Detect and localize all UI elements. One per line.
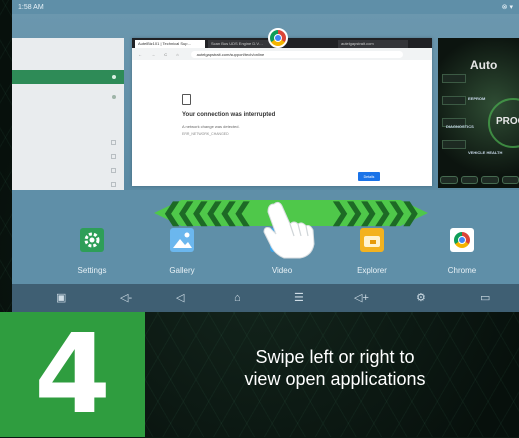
folder-icon: [360, 228, 384, 252]
caption-line: Swipe left or right to: [255, 347, 415, 367]
vci-icon[interactable]: ⚙: [416, 291, 426, 305]
autel-menu-item: DIAGNOSTICS: [446, 124, 474, 129]
extra-icon[interactable]: ▭: [480, 291, 490, 305]
tablet-screen: 1:58 AM ⊗ ▾ AutelBiz101 | Technical Sup……: [12, 0, 519, 312]
autel-prog-label: PROG: [496, 116, 519, 127]
lock-icon: [111, 154, 116, 159]
recent-card-chrome[interactable]: AutelBiz101 | Technical Sup… Scan Bus UD…: [132, 38, 432, 186]
lock-icon: [111, 182, 116, 187]
chrome-icon: [450, 228, 474, 252]
selected-row: [12, 70, 124, 84]
error-code: ERR_NETWORK_CHANGED: [182, 132, 229, 136]
app-label: Chrome: [447, 266, 477, 275]
error-title: Your connection was interrupted: [182, 112, 276, 118]
recent-card-settings[interactable]: [12, 38, 124, 190]
back-icon[interactable]: ◁: [176, 291, 184, 305]
details-button[interactable]: Details: [358, 172, 380, 181]
screenshot-icon[interactable]: ▣: [56, 291, 66, 305]
volume-up-icon[interactable]: ◁+: [354, 291, 369, 305]
app-settings[interactable]: Settings: [62, 228, 122, 275]
caption-line: view open applications: [244, 369, 426, 389]
home-icon[interactable]: ⌂: [234, 291, 241, 305]
dot-icon: [112, 75, 116, 79]
hand-pointer-icon: [263, 201, 315, 259]
status-time: 1:58 AM: [18, 3, 44, 11]
app-chrome[interactable]: Chrome: [432, 228, 492, 275]
page-error-icon: [182, 94, 191, 105]
step-number: 4: [34, 310, 111, 438]
gear-icon: [80, 228, 104, 252]
app-gallery[interactable]: Gallery: [152, 228, 212, 275]
chrome-icon: [268, 28, 288, 48]
recent-apps-area[interactable]: AutelBiz101 | Technical Sup… Scan Bus UD…: [12, 14, 519, 190]
autel-side-button: [442, 74, 466, 83]
navigation-bar: ▣ ◁- ◁ ⌂ ☰ ◁+ ⚙ ▭: [12, 284, 519, 312]
step-caption: Swipe left or right to view open applica…: [160, 346, 510, 390]
dot-icon: [112, 95, 116, 99]
chrome-tab[interactable]: autelgapstrait.com: [338, 40, 408, 48]
error-text: A network change was detected.: [182, 124, 240, 129]
app-explorer[interactable]: Explorer: [342, 228, 402, 275]
chrome-tab[interactable]: AutelBiz101 | Technical Sup…: [135, 40, 205, 48]
image-icon: [170, 228, 194, 252]
lock-icon: [111, 168, 116, 173]
app-label: Gallery: [169, 266, 195, 275]
autel-bottom-bar: [440, 176, 519, 184]
chrome-url-bar: ← → C ⌂ autelgapstrait.com/support/tech/…: [132, 48, 432, 60]
chevron-right-icon: ❯❯❯❯❯❯: [330, 199, 421, 226]
status-icons: ⊗ ▾: [501, 4, 513, 11]
chevron-left-icon: ❮❮❮❮❮❮: [162, 199, 253, 226]
browser-nav-icons: ← → C ⌂: [138, 51, 183, 57]
volume-down-icon[interactable]: ◁-: [120, 291, 132, 305]
autel-side-button: [442, 140, 466, 149]
app-label: Settings: [77, 266, 107, 275]
app-label: Explorer: [357, 266, 387, 275]
app-label: Video: [271, 266, 293, 275]
autel-side-button: [442, 96, 466, 105]
recent-card-autel[interactable]: Auto EEPROM DIAGNOSTICS VEHICLE HEALTH P…: [438, 38, 519, 188]
autel-logo: Auto: [470, 58, 498, 72]
status-bar: 1:58 AM ⊗ ▾: [12, 0, 519, 14]
chrome-tab[interactable]: Scan Bus UDS Engine D.V…: [208, 40, 278, 48]
menu-icon[interactable]: ☰: [294, 291, 304, 305]
url-field[interactable]: autelgapstrait.com/support/tech/online: [190, 50, 403, 58]
lock-icon: [111, 140, 116, 145]
autel-menu-item: VEHICLE HEALTH: [468, 150, 503, 155]
autel-menu-item: EEPROM: [468, 96, 486, 101]
